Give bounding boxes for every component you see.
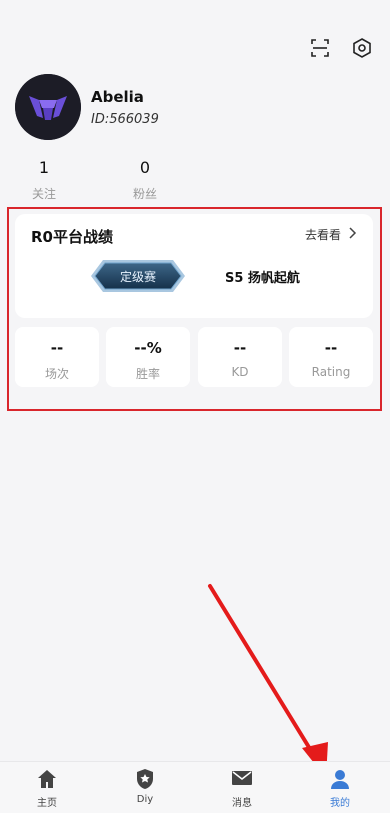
- tab-label: 主页: [37, 798, 57, 809]
- followers-count: 0: [139, 158, 151, 177]
- following-stat[interactable]: 1 关注: [14, 158, 74, 202]
- followers-stat[interactable]: 0 粉丝: [115, 158, 175, 202]
- user-icon: [310, 768, 370, 790]
- home-icon: [17, 768, 77, 790]
- top-toolbar: [308, 36, 374, 60]
- tab-label: 消息: [232, 798, 252, 809]
- following-label: 关注: [31, 187, 56, 201]
- tab-label: Diy: [136, 794, 154, 805]
- tab-home[interactable]: 主页: [17, 768, 77, 809]
- tab-diy[interactable]: Diy: [115, 768, 175, 805]
- user-id: ID:566039: [91, 111, 159, 127]
- shield-star-icon: [115, 768, 175, 790]
- followers-label: 粉丝: [132, 187, 157, 201]
- username: Abelia: [91, 87, 144, 106]
- tab-label: 我的: [330, 798, 350, 809]
- highlight-frame: [7, 207, 382, 411]
- tab-messages[interactable]: 消息: [212, 768, 272, 809]
- avatar[interactable]: [15, 74, 81, 140]
- tab-mine[interactable]: 我的: [310, 768, 370, 809]
- mail-icon: [212, 768, 272, 790]
- scan-icon[interactable]: [308, 36, 332, 60]
- profile-header[interactable]: Abelia ID:566039: [15, 74, 159, 140]
- following-count: 1: [38, 158, 50, 177]
- bottom-tab-bar: 主页 Diy 消息 我的: [0, 761, 390, 813]
- settings-icon[interactable]: [350, 36, 374, 60]
